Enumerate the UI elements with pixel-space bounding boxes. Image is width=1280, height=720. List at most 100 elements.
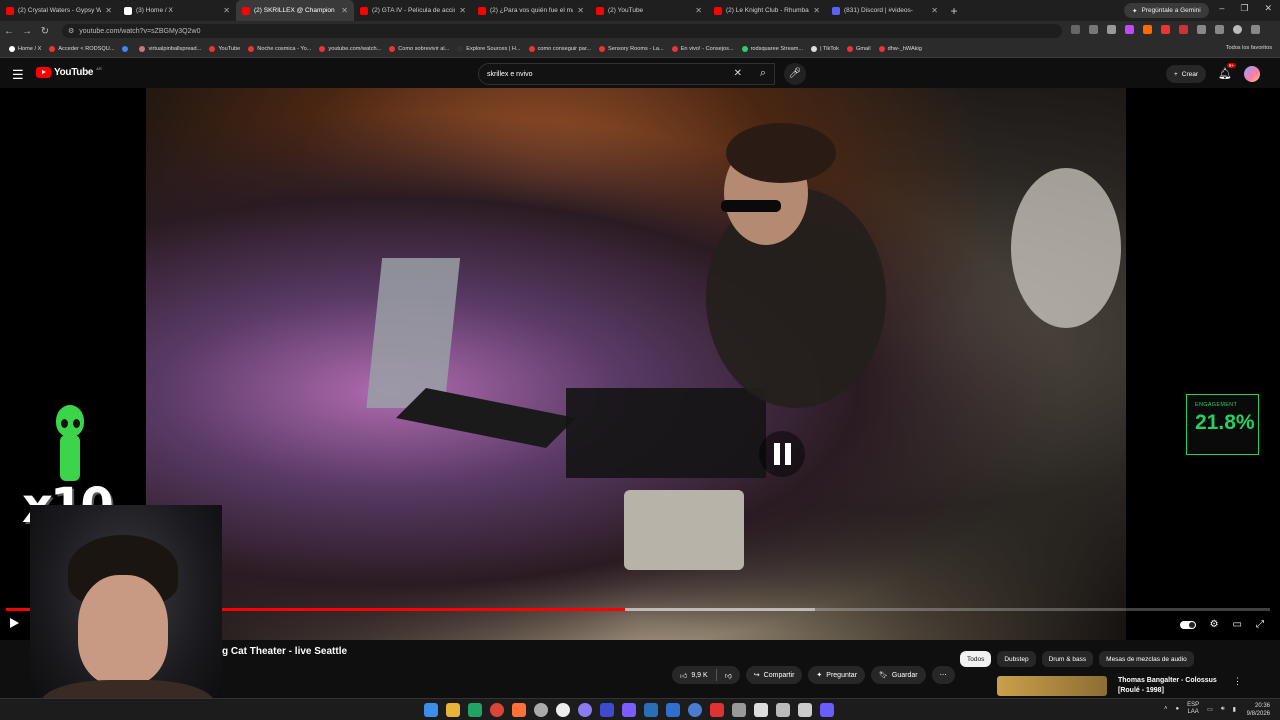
cast-icon[interactable] xyxy=(1071,25,1080,34)
bookmark-item[interactable]: Como sobrevivir al... xyxy=(386,46,452,52)
browser-tab[interactable]: (2) Crystal Waters - Gypsy Wom✕ xyxy=(0,0,118,21)
site-info-icon[interactable]: ⚙ xyxy=(68,27,74,35)
windows-start-icon[interactable] xyxy=(424,703,438,717)
app-settings-icon[interactable] xyxy=(534,703,548,717)
tab-close-icon[interactable]: ✕ xyxy=(341,6,348,15)
close-window-icon[interactable]: ✕ xyxy=(1264,3,1272,14)
settings-gear-icon[interactable]: ⚙ xyxy=(1210,619,1219,630)
browser-tab[interactable]: (3) Home / X ✕ xyxy=(118,0,236,21)
bookmark-item[interactable]: como conseguir par... xyxy=(526,46,594,52)
app-x-icon[interactable] xyxy=(776,703,790,717)
bookmark-item[interactable]: Noche cosmica - Yo... xyxy=(245,46,314,52)
account-avatar[interactable] xyxy=(1244,66,1260,82)
browser-tab[interactable]: (831) Discord | #videos- ✕ xyxy=(826,0,944,21)
autoplay-toggle[interactable] xyxy=(1179,620,1196,629)
app-doc-icon[interactable] xyxy=(754,703,768,717)
filter-chip[interactable]: Drum & bass xyxy=(1041,651,1094,667)
restore-icon[interactable]: ❐ xyxy=(1240,3,1248,14)
volume-icon[interactable]: 🔊︎ xyxy=(1221,706,1225,713)
app-orange-icon[interactable] xyxy=(512,703,526,717)
clear-search-icon[interactable]: ✕ xyxy=(734,68,742,79)
share-button[interactable]: ↪ Compartir xyxy=(745,666,803,684)
sidebar-icon[interactable] xyxy=(1215,25,1224,34)
extensions-puzzle-icon[interactable] xyxy=(1197,25,1206,34)
app-white-icon[interactable] xyxy=(556,703,570,717)
app-purple-icon[interactable] xyxy=(578,703,592,717)
bookmark-item[interactable]: dhw-_hWAkig xyxy=(876,46,925,52)
filter-chip[interactable]: Todos xyxy=(960,651,992,667)
youtube-logo[interactable]: YouTube AR xyxy=(36,66,102,78)
theater-mode-icon[interactable]: ▭ xyxy=(1233,619,1242,630)
bookmark-item[interactable]: Sensory Rooms - La... xyxy=(596,46,667,52)
voice-search-icon[interactable]: 🎤︎ xyxy=(784,63,806,85)
bookmark-item[interactable]: rodsquaree Stream... xyxy=(739,46,807,52)
chrome-icon[interactable] xyxy=(490,703,504,717)
app-blue-icon[interactable] xyxy=(600,703,614,717)
extension-purple-icon[interactable] xyxy=(1125,25,1134,34)
filter-chip[interactable]: Mesas de mezclas de audio xyxy=(1099,651,1194,667)
app-violet-icon[interactable] xyxy=(622,703,636,717)
pause-indicator[interactable] xyxy=(759,431,805,477)
tray-app-icon[interactable]: ● xyxy=(1176,706,1180,712)
network-icon[interactable]: ▭ xyxy=(1207,706,1213,713)
bookmark-item[interactable] xyxy=(119,46,134,52)
tab-close-icon[interactable]: ✕ xyxy=(931,6,938,15)
forward-icon[interactable]: → xyxy=(18,26,36,37)
tray-expand-icon[interactable]: ˄ xyxy=(1164,706,1168,712)
tab-close-icon[interactable]: ✕ xyxy=(105,6,112,15)
guide-menu-icon[interactable]: ☰ xyxy=(12,67,24,83)
bookmark-item[interactable]: Acceder < RODSQU... xyxy=(46,46,117,52)
tab-close-icon[interactable]: ✕ xyxy=(813,6,820,15)
browser-tab[interactable]: (2) SKRILLEX @ Champion ✕ xyxy=(236,0,354,21)
bookmark-item[interactable]: virtualpinballspread... xyxy=(136,46,204,52)
tab-close-icon[interactable]: ✕ xyxy=(695,6,702,15)
bookmark-item[interactable]: Explore Sources | H... xyxy=(454,46,523,52)
play-icon[interactable] xyxy=(10,618,19,628)
bookmark-star-icon[interactable] xyxy=(1107,25,1116,34)
bookmark-item[interactable]: En vivo! - Consejos... xyxy=(669,46,737,52)
app-round-icon[interactable] xyxy=(688,703,702,717)
url-field[interactable]: ⚙ youtube.com/watch?v=sZBGMy3Q2w0 xyxy=(62,24,1062,38)
browser-tab[interactable]: (2) GTA IV - Película de acción ✕ xyxy=(354,0,472,21)
save-button[interactable]: 🔖︎ Guardar xyxy=(871,666,926,684)
app-word-icon[interactable] xyxy=(666,703,680,717)
battery-icon[interactable]: ▮ xyxy=(1233,706,1236,713)
gemini-button[interactable]: ✦ Pregúntale a Gemini xyxy=(1124,3,1209,18)
bookmark-item[interactable]: Home / X xyxy=(6,46,44,52)
recommendation-thumbnail[interactable] xyxy=(997,676,1107,696)
eye-off-icon[interactable] xyxy=(1089,25,1098,34)
app-note-icon[interactable] xyxy=(798,703,812,717)
search-input[interactable]: skrillex e nvivo ✕ ⌕ xyxy=(478,63,775,85)
photoshop-icon[interactable] xyxy=(644,703,658,717)
app-green-icon[interactable] xyxy=(468,703,482,717)
app-diamond-icon[interactable] xyxy=(820,703,834,717)
menu-dots-icon[interactable] xyxy=(1251,25,1260,34)
extension-shield-icon[interactable] xyxy=(1179,25,1188,34)
browser-tab[interactable]: (2) ¿Para vos quién fue el más ✕ xyxy=(472,0,590,21)
bookmark-item[interactable]: | TikTok xyxy=(808,46,842,52)
like-icon[interactable]: 👍︎ xyxy=(680,671,687,680)
tab-close-icon[interactable]: ✕ xyxy=(223,6,230,15)
file-explorer-icon[interactable] xyxy=(446,703,460,717)
clock[interactable]: 20:36 9/8/2026 xyxy=(1247,702,1270,718)
filter-chip[interactable]: Dubstep xyxy=(997,651,1036,667)
video-frame[interactable] xyxy=(146,88,1126,640)
all-bookmarks[interactable]: Todos los favoritos xyxy=(1226,45,1272,51)
browser-tab[interactable]: (2) YouTube ✕ xyxy=(590,0,708,21)
app-red-icon[interactable] xyxy=(710,703,724,717)
recommendation-menu-icon[interactable]: ⋮ xyxy=(1233,676,1242,687)
fullscreen-icon[interactable]: ⤢ xyxy=(1256,619,1264,630)
notifications-icon[interactable]: 🔔︎ 9+ xyxy=(1218,63,1236,80)
new-tab-button[interactable]: + xyxy=(944,4,964,18)
language-indicator[interactable]: ESP LAA xyxy=(1187,702,1199,716)
browser-tab[interactable]: (2) Le Knight Club - Rhumba ✕ xyxy=(708,0,826,21)
reload-icon[interactable]: ↻ xyxy=(36,26,54,37)
tab-close-icon[interactable]: ✕ xyxy=(577,6,584,15)
recommendation-title[interactable]: Thomas Bangalter - Colossus [Roulé - 199… xyxy=(1118,676,1233,696)
like-count[interactable]: 9,9 K xyxy=(691,672,707,679)
bookmark-item[interactable]: Gmail xyxy=(844,46,874,52)
bookmark-item[interactable]: YouTube xyxy=(206,46,243,52)
tab-close-icon[interactable]: ✕ xyxy=(459,6,466,15)
ask-button[interactable]: ✦ Preguntar xyxy=(808,666,866,684)
minimize-icon[interactable]: – xyxy=(1219,3,1224,14)
